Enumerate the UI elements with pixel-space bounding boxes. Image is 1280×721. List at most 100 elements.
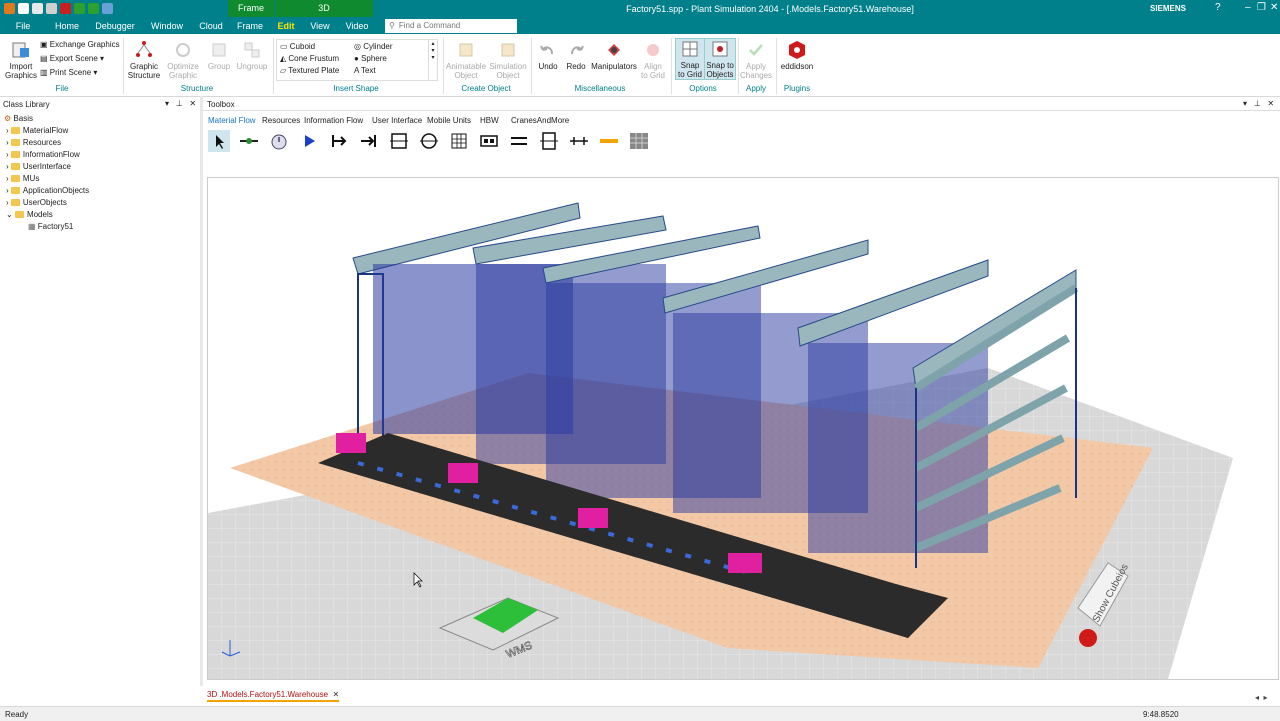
- snap-to-objects-button[interactable]: Snap to Objects: [704, 38, 736, 80]
- cylinder-label: Cylinder: [363, 42, 393, 51]
- menu-cloud[interactable]: Cloud: [192, 19, 230, 34]
- find-command-input[interactable]: ⚲ Find a Command: [385, 19, 517, 33]
- new-icon[interactable]: [18, 3, 29, 14]
- step-icon[interactable]: [88, 3, 99, 14]
- shape-cone-frustum[interactable]: ◭ Cone Frustum: [280, 54, 339, 63]
- close-panel-icon[interactable]: ✕: [189, 99, 196, 108]
- edit-icon[interactable]: [46, 3, 57, 14]
- single-proc-icon[interactable]: [328, 130, 350, 152]
- help-icon[interactable]: ?: [1215, 2, 1221, 13]
- cycle-icon[interactable]: [418, 130, 440, 152]
- group-button[interactable]: Group: [205, 40, 233, 71]
- tree-item-informationflow[interactable]: › InformationFlow: [0, 149, 200, 161]
- shape-text[interactable]: A Text: [354, 66, 376, 75]
- run-icon[interactable]: [74, 3, 85, 14]
- collapse-icon[interactable]: ⌄: [6, 210, 15, 219]
- tree-item-factory51[interactable]: ▦ Factory51: [0, 221, 200, 233]
- scroll-right-icon[interactable]: ▸: [1263, 693, 1267, 702]
- ungroup-button[interactable]: Ungroup: [235, 40, 269, 71]
- exchange-graphics-button[interactable]: ▣ Exchange Graphics: [40, 40, 120, 49]
- context-tab-3d[interactable]: 3D: [275, 0, 373, 17]
- restore-icon[interactable]: ❐: [1257, 2, 1266, 13]
- menu-view[interactable]: View: [302, 19, 338, 34]
- pin-icon[interactable]: ⊥: [176, 99, 183, 108]
- grid-table-icon[interactable]: [628, 130, 650, 152]
- graphic-structure-button[interactable]: Graphic Structure: [127, 40, 161, 80]
- animatable-object-button[interactable]: Animatable Object: [446, 40, 486, 80]
- scroll-left-icon[interactable]: ◂: [1255, 693, 1259, 702]
- gallery-scroll[interactable]: ▴ ▾ ▾: [428, 40, 437, 80]
- tree-item-basis[interactable]: ⚙ Basis: [0, 113, 200, 125]
- track-icon[interactable]: [568, 130, 590, 152]
- tab-hbw[interactable]: HBW: [480, 116, 499, 125]
- menu-edit[interactable]: Edit: [270, 19, 302, 34]
- simulation-object-button[interactable]: Simulation Object: [488, 40, 528, 80]
- menu-file[interactable]: File: [0, 19, 46, 34]
- save-icon[interactable]: [32, 3, 43, 14]
- close-panel-icon[interactable]: ✕: [1267, 99, 1274, 108]
- document-tab-warehouse[interactable]: 3D .Models.Factory51.Warehouse ✕: [207, 690, 340, 702]
- tree-item-materialflow[interactable]: › MaterialFlow: [0, 125, 200, 137]
- pointer-icon[interactable]: [208, 130, 230, 152]
- dropdown-icon[interactable]: ▾: [165, 99, 169, 108]
- dropdown-icon[interactable]: ▾: [1243, 99, 1247, 108]
- pause-icon[interactable]: [60, 3, 71, 14]
- shape-textured-plate[interactable]: ▱ Textured Plate: [280, 66, 339, 75]
- tree-item-userobjects[interactable]: › UserObjects: [0, 197, 200, 209]
- menu-window[interactable]: Window: [142, 19, 192, 34]
- apply-changes-button[interactable]: Apply Changes: [740, 40, 772, 80]
- station-icon[interactable]: [388, 130, 410, 152]
- context-tab-frame[interactable]: Frame: [228, 0, 274, 17]
- pin-icon[interactable]: ⊥: [1254, 99, 1261, 108]
- store-icon[interactable]: [448, 130, 470, 152]
- ribbon-separator: [738, 38, 739, 94]
- minimize-icon[interactable]: –: [1245, 2, 1251, 13]
- app-icon[interactable]: [4, 3, 15, 14]
- close-tab-icon[interactable]: ✕: [333, 690, 340, 699]
- folder-icon: [10, 163, 20, 170]
- tree-item-resources[interactable]: › Resources: [0, 137, 200, 149]
- buffer-icon[interactable]: [478, 130, 500, 152]
- shape-cylinder[interactable]: ◎ Cylinder: [354, 42, 393, 51]
- align-to-grid-button[interactable]: Align to Grid: [639, 40, 667, 80]
- shape-sphere[interactable]: ● Sphere: [354, 54, 387, 63]
- group-create-object: Create Object: [461, 84, 511, 93]
- tree-item-mus[interactable]: › MUs: [0, 173, 200, 185]
- redo-button[interactable]: Redo: [563, 40, 589, 71]
- export-scene-button[interactable]: ▤ Export Scene ▾: [40, 54, 104, 63]
- tab-user-interface[interactable]: User Interface: [372, 116, 422, 125]
- tab-mobile-units[interactable]: Mobile Units: [427, 116, 471, 125]
- 3d-viewport[interactable]: WMS Show Cubeios: [207, 177, 1279, 680]
- tab-resources[interactable]: Resources: [262, 116, 300, 125]
- close-icon[interactable]: ✕: [1270, 2, 1278, 13]
- conveyor-icon[interactable]: [508, 130, 530, 152]
- transfer-icon[interactable]: [598, 130, 620, 152]
- tab-material-flow[interactable]: Material Flow: [208, 116, 256, 125]
- undo-button[interactable]: Undo: [535, 40, 561, 71]
- turntable-icon[interactable]: [538, 130, 560, 152]
- tab-information-flow[interactable]: Information Flow: [304, 116, 363, 125]
- eddidson-button[interactable]: eddidson: [778, 40, 816, 71]
- menu-frame[interactable]: Frame: [230, 19, 270, 34]
- library-icon: ⚙: [4, 114, 14, 123]
- warehouse-scene[interactable]: WMS Show Cubeios: [208, 178, 1278, 679]
- tree-item-userinterface[interactable]: › UserInterface: [0, 161, 200, 173]
- tree-item-models[interactable]: ⌄ Models: [0, 209, 200, 221]
- animatable-icon: [459, 43, 473, 57]
- shape-cuboid[interactable]: ▭ Cuboid: [280, 42, 315, 51]
- import-graphics-button[interactable]: Import Graphics: [4, 40, 38, 80]
- source-icon[interactable]: [298, 130, 320, 152]
- connector-icon[interactable]: [238, 130, 260, 152]
- event-controller-icon[interactable]: [268, 130, 290, 152]
- print-scene-button[interactable]: ▥ Print Scene ▾: [40, 68, 97, 77]
- tab-cranes-and-more[interactable]: CranesAndMore: [511, 116, 569, 125]
- drain-icon[interactable]: [358, 130, 380, 152]
- menu-video[interactable]: Video: [338, 19, 376, 34]
- manipulators-button[interactable]: Manipulators: [591, 40, 637, 71]
- reset-icon[interactable]: [102, 3, 113, 14]
- menu-debugger[interactable]: Debugger: [88, 19, 142, 34]
- optimize-graphic-button[interactable]: Optimize Graphic: [165, 40, 201, 80]
- snap-to-grid-button[interactable]: Snap to Grid: [675, 38, 705, 80]
- menu-home[interactable]: Home: [46, 19, 88, 34]
- tree-item-applicationobjects[interactable]: › ApplicationObjects: [0, 185, 200, 197]
